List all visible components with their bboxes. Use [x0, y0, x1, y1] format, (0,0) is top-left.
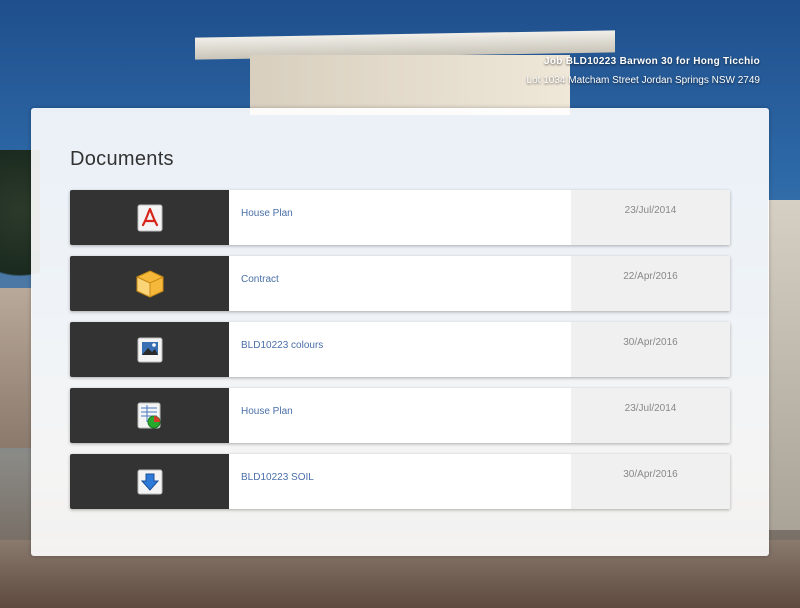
download-icon: [137, 469, 162, 494]
document-link[interactable]: House Plan: [241, 208, 293, 219]
job-address: Lot 1034 Matcham Street Jordan Springs N…: [526, 75, 760, 86]
document-row-4[interactable]: House Plan 23/Jul/2014: [70, 388, 730, 443]
page-title: Documents: [70, 148, 174, 170]
document-row-1[interactable]: House Plan 23/Jul/2014: [70, 190, 730, 245]
job-title: Job BLD10223 Barwon 30 for Hong Ticchio: [543, 56, 760, 67]
job-info: Job BLD10223 Barwon 30 for Hong Ticchio …: [527, 56, 760, 86]
background-fence-left: [0, 288, 32, 448]
document-icon-cell[interactable]: [70, 256, 229, 311]
document-list: House Plan 23/Jul/2014 Contract 22/Apr/2…: [70, 190, 730, 520]
document-name-cell: House Plan: [229, 388, 571, 443]
document-date: 22/Apr/2016: [571, 256, 730, 311]
document-link[interactable]: House Plan: [241, 406, 293, 417]
document-link[interactable]: BLD10223 colours: [241, 340, 323, 351]
document-icon-cell[interactable]: [70, 454, 229, 509]
document-link[interactable]: Contract: [241, 274, 279, 285]
document-icon-cell[interactable]: [70, 322, 229, 377]
image-icon: [137, 337, 162, 362]
document-name-cell: BLD10223 SOIL: [229, 454, 571, 509]
pdf-icon: [137, 204, 162, 231]
background-fence-right: [768, 200, 800, 530]
document-name-cell: BLD10223 colours: [229, 322, 571, 377]
document-date: 23/Jul/2014: [571, 190, 730, 245]
document-row-2[interactable]: Contract 22/Apr/2016: [70, 256, 730, 311]
package-icon: [136, 269, 163, 298]
document-row-3[interactable]: BLD10223 colours 30/Apr/2016: [70, 322, 730, 377]
document-icon-cell[interactable]: [70, 388, 229, 443]
background-wall: [250, 55, 570, 115]
document-icon-cell[interactable]: [70, 190, 229, 245]
spreadsheet-chart-icon: [137, 402, 160, 428]
document-name-cell: Contract: [229, 256, 571, 311]
document-link[interactable]: BLD10223 SOIL: [241, 472, 314, 483]
document-row-5[interactable]: BLD10223 SOIL 30/Apr/2016: [70, 454, 730, 509]
documents-panel: Documents House Plan 23/Jul/2014 Contrac…: [31, 108, 769, 556]
document-date: 23/Jul/2014: [571, 388, 730, 443]
document-date: 30/Apr/2016: [571, 322, 730, 377]
document-date: 30/Apr/2016: [571, 454, 730, 509]
document-name-cell: House Plan: [229, 190, 571, 245]
